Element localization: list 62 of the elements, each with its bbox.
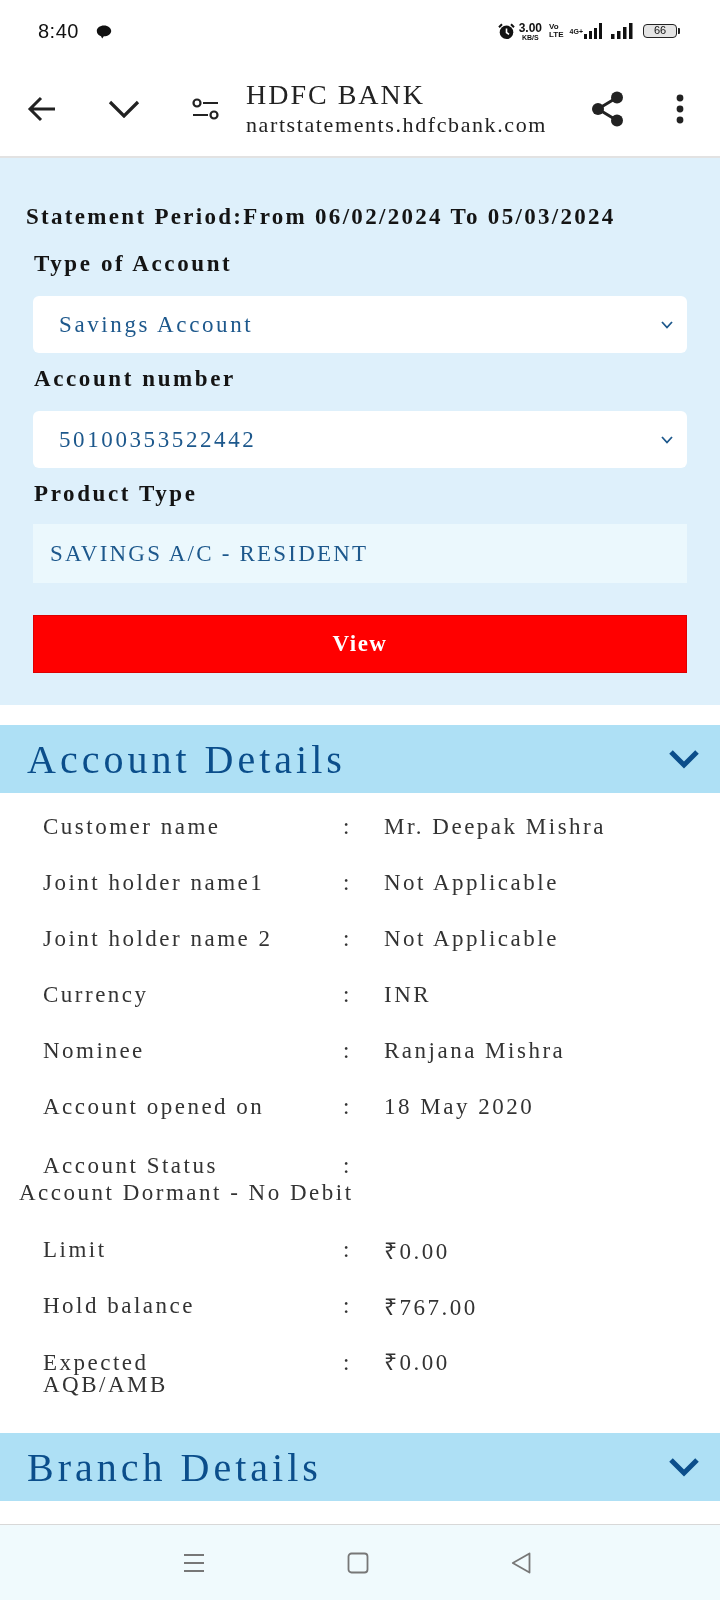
more-options-icon[interactable] [676, 94, 684, 124]
status-time: 8:40 [38, 19, 79, 43]
detail-label: Currency [43, 982, 150, 1008]
detail-label: Joint holder name 2 [43, 926, 274, 952]
separator: : [343, 1293, 353, 1319]
detail-label: Limit [43, 1237, 108, 1263]
menu-icon[interactable] [183, 1552, 205, 1573]
detail-label: Customer name [43, 814, 222, 840]
dropdown-field[interactable]: 50100353522442 [33, 411, 687, 468]
dropdown-field[interactable]: Savings Account [33, 296, 687, 353]
signal-bars-icon [583, 23, 603, 39]
readonly-field: SAVINGS A/C - RESIDENT [33, 524, 687, 583]
page-url: nartstatements.hdfcbank.com [246, 111, 548, 139]
detail-value: Mr. Deepak Mishra [384, 814, 607, 840]
accordion-header[interactable]: Branch Details [0, 1433, 720, 1501]
detail-label: Nominee [43, 1038, 146, 1064]
separator: : [343, 1153, 353, 1179]
detail-value: ₹0.00 [384, 1238, 451, 1266]
volte-label: LTE [549, 31, 564, 39]
detail-value: ₹0.00 [384, 1352, 451, 1374]
detail-value: 18 May 2020 [384, 1094, 536, 1120]
statement-period: Statement Period:From 06/02/2024 To 05/03/2024 [26, 204, 616, 229]
field-label: Product Type [34, 480, 199, 508]
volte-label: Vo [549, 23, 559, 31]
chevron-down-icon [661, 320, 673, 329]
signal-bars-icon [611, 23, 633, 39]
detail-value: INR [384, 982, 433, 1008]
detail-value: Not Applicable [384, 926, 560, 952]
detail-value: Not Applicable [384, 870, 560, 896]
detail-label: Account opened on [43, 1094, 266, 1120]
separator: : [343, 1038, 353, 1064]
chevron-down-icon [668, 1457, 700, 1477]
separator: : [343, 814, 353, 840]
detail-label: Account Status [43, 1153, 219, 1179]
detail-label: Joint holder name1 [43, 870, 266, 896]
accordion-header[interactable]: Account Details [0, 725, 720, 793]
battery-indicator: 66 [643, 24, 680, 38]
share-icon[interactable] [591, 91, 624, 127]
detail-value: Ranjana Mishra [384, 1038, 567, 1064]
separator: : [343, 1352, 353, 1374]
detail-label: Expected AQB/AMB [43, 1352, 169, 1396]
home-icon[interactable] [347, 1551, 369, 1574]
chevron-down-icon [668, 749, 700, 769]
separator: : [343, 1094, 353, 1120]
detail-value: Account Dormant - No Debit [19, 1180, 354, 1205]
separator: : [343, 870, 353, 896]
chat-bubble-icon [95, 25, 112, 39]
separator: : [343, 926, 353, 952]
detail-value: ₹767.00 [384, 1294, 479, 1322]
separator: : [343, 1237, 353, 1263]
back-icon[interactable] [27, 96, 57, 122]
detail-label: Hold balance [43, 1293, 196, 1319]
field-label: Type of Account [34, 250, 234, 278]
separator: : [343, 982, 353, 1008]
view-button[interactable]: View [33, 615, 687, 673]
chevron-down-icon [661, 435, 673, 444]
chevron-down-icon[interactable] [108, 100, 140, 118]
page-title: HDFC BANK [246, 79, 427, 111]
field-label: Account number [34, 365, 237, 393]
alarm-clock-icon [497, 22, 515, 40]
network-speed: 3.00 [518, 21, 543, 34]
sliders-icon[interactable] [192, 98, 219, 120]
